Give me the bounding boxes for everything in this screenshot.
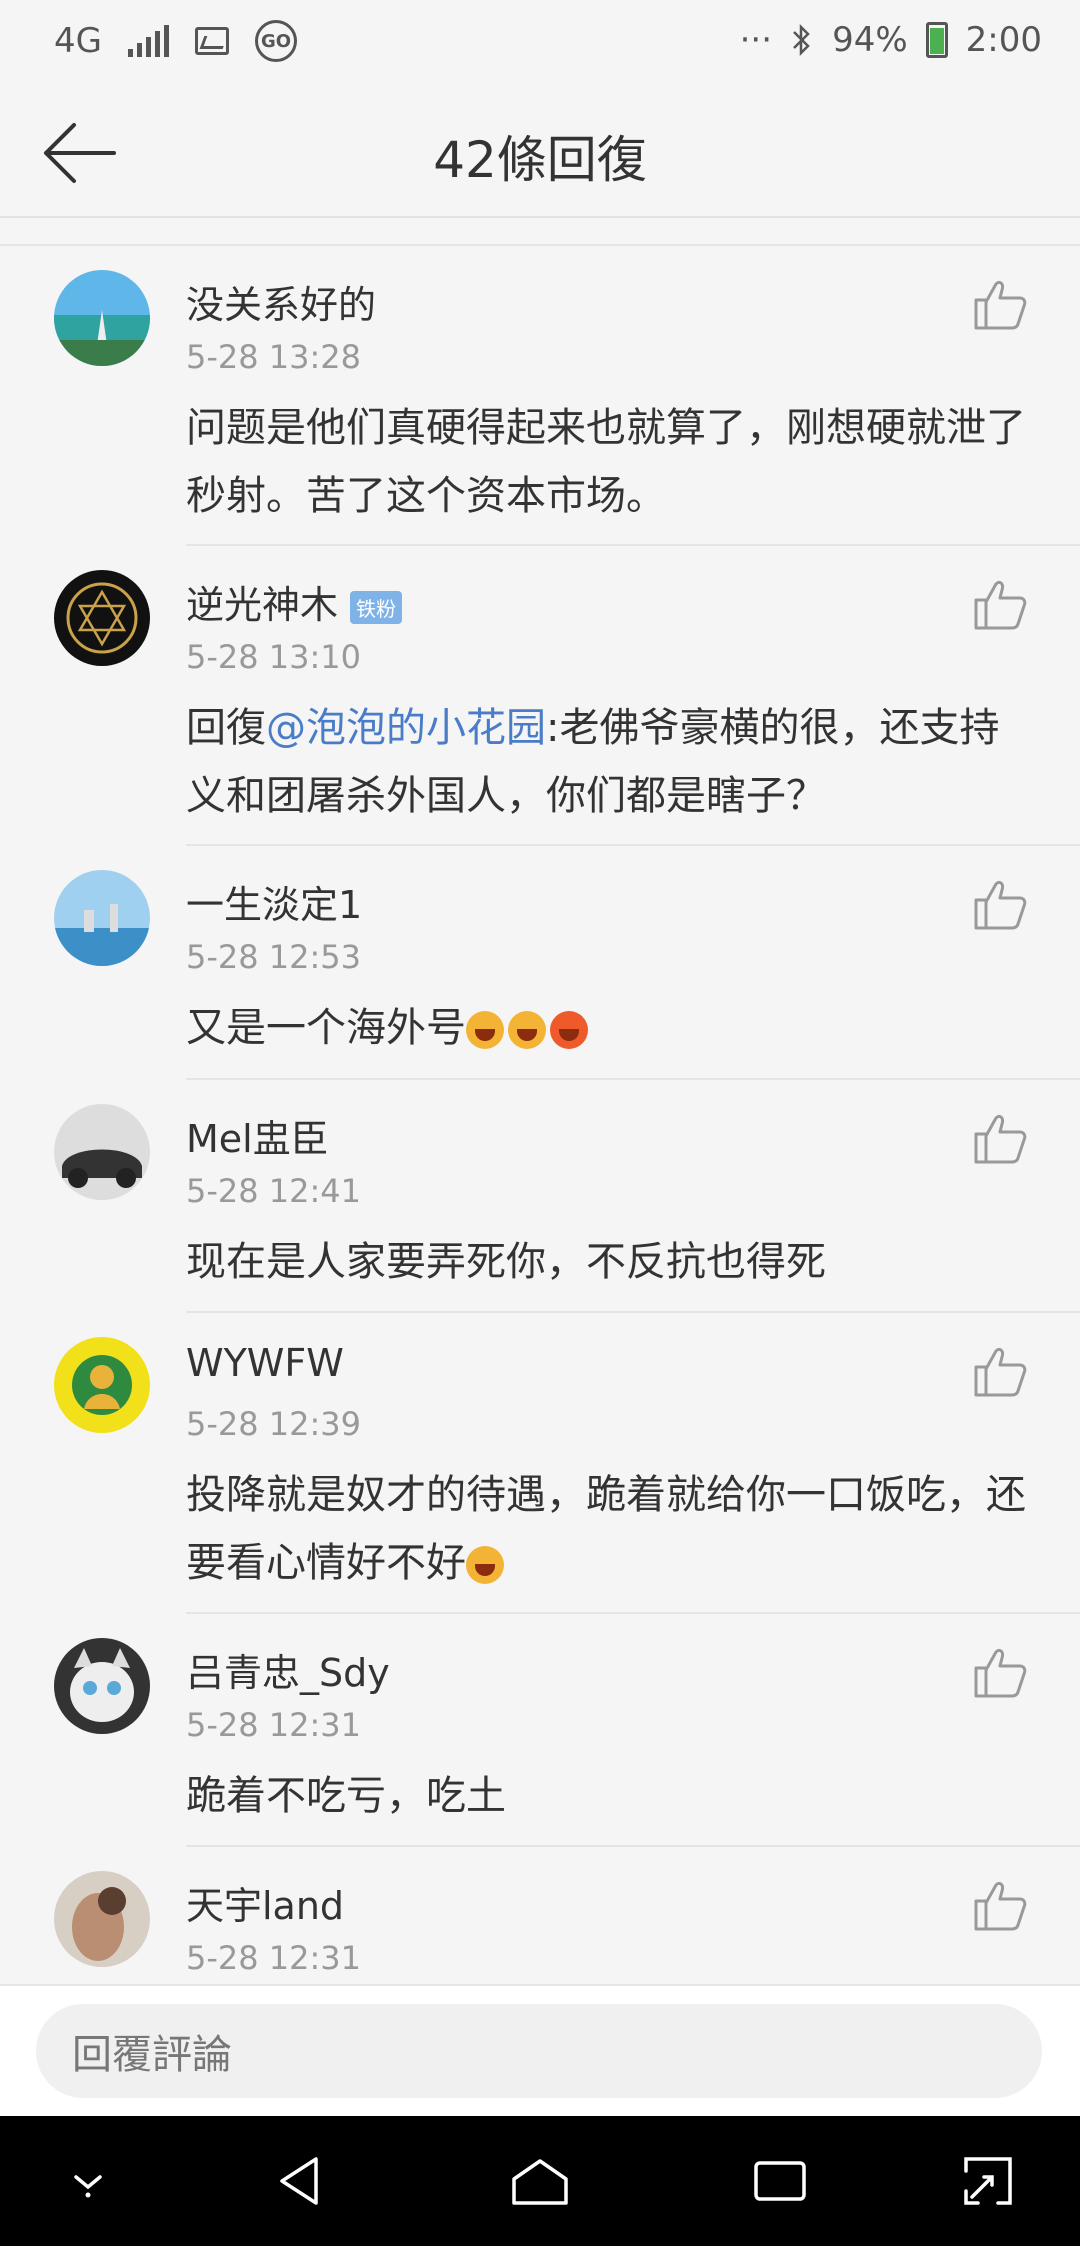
comment-time: 5-28 12:31 [186, 1939, 362, 1977]
comment-list[interactable]: 没关系好的 5-28 13:28 问题是他们真硬得起来也就算了，刚想硬就泄了秒射… [0, 244, 1080, 1986]
comment-text: 又是一个海外号 [186, 994, 1036, 1062]
like-button[interactable] [970, 574, 1030, 634]
comment-time: 5-28 13:10 [186, 638, 362, 676]
like-button[interactable] [970, 1341, 1030, 1401]
reply-bar: 回覆評論 [0, 1984, 1080, 2118]
thumbs-up-icon [974, 1114, 1027, 1164]
comment-text: 投降就是奴才的待遇，跪着就给你一口饭吃，还要看心情好不好 [186, 1461, 1036, 1597]
user-name: 逆光神木 铁粉 [186, 574, 403, 629]
comment-body: 又是一个海外号 [186, 1005, 466, 1051]
avatar[interactable] [54, 1871, 150, 1967]
avatar[interactable] [54, 270, 150, 366]
mention-link[interactable]: @泡泡的小花园 [266, 705, 546, 751]
comment-text: 问题是他们真硬得起来也就算了，刚想硬就泄了秒射。苦了这个资本市场。 [186, 405, 1026, 519]
like-button[interactable] [970, 1875, 1030, 1935]
thumbs-up-icon [974, 1347, 1027, 1397]
like-button[interactable] [970, 874, 1030, 934]
comment-text: 回復@泡泡的小花园:老佛爷豪横的很，还支持义和团屠杀外国人，你们都是瞎子？ [186, 694, 1036, 830]
nav-home-button[interactable] [510, 2151, 570, 2211]
avatar[interactable] [54, 1337, 150, 1433]
user-name[interactable]: WYWFW [186, 1341, 344, 1385]
comment-time: 5-28 13:28 [186, 338, 362, 376]
nav-recents-button[interactable] [750, 2151, 810, 2211]
comment-time: 5-28 12:31 [186, 1706, 362, 1744]
avatar[interactable] [54, 570, 150, 666]
like-button[interactable] [970, 1642, 1030, 1702]
signal-icon [127, 25, 169, 57]
user-name[interactable]: 没关系好的 [186, 274, 376, 329]
back-triangle-icon [280, 2157, 318, 2205]
home-icon [512, 2159, 568, 2205]
comment-text: 跪着不吃亏，吃土 [186, 1773, 506, 1819]
like-button[interactable] [970, 1108, 1030, 1168]
comment-time: 5-28 12:41 [186, 1172, 362, 1210]
avatar[interactable] [54, 870, 150, 966]
chevron-down-icon [74, 2175, 102, 2198]
comment-item: Mel盅臣 5-28 12:41 现在是人家要弄死你，不反抗也得死 [0, 1080, 1080, 1313]
image-notification-icon [194, 27, 229, 55]
comment-item: WYWFW 5-28 12:39 投降就是奴才的待遇，跪着就给你一口饭吃，还要看… [0, 1313, 1080, 1614]
battery-icon [925, 22, 948, 58]
expand-icon [964, 2157, 1012, 2205]
reply-prefix: 回復 [186, 705, 266, 751]
comment-body: 投降就是奴才的待遇，跪着就给你一口饭吃，还要看心情好不好 [186, 1472, 1026, 1586]
avatar[interactable] [54, 1638, 150, 1734]
status-bar: 4G GO ··· 94% 2:00 [0, 0, 1080, 90]
thumbs-up-icon [974, 580, 1027, 630]
thumbs-up-icon [974, 280, 1027, 330]
system-nav-bar [0, 2116, 1080, 2246]
user-name[interactable]: 吕青忠_Sdy [186, 1642, 390, 1697]
reply-input[interactable]: 回覆評論 [36, 2004, 1042, 2098]
page-title: 42條回復 [433, 131, 647, 189]
go-icon: GO [254, 20, 297, 62]
comment-time: 5-28 12:39 [186, 1405, 362, 1443]
avatar[interactable] [54, 1104, 150, 1200]
hide-keyboard-button[interactable] [58, 2151, 118, 2211]
comment-text: 现在是人家要弄死你，不反抗也得死 [186, 1239, 826, 1285]
laugh-emoji-icon [466, 1011, 504, 1049]
clock: 2:00 [965, 20, 1042, 60]
thumbs-up-icon [974, 880, 1027, 930]
comment-item: 一生淡定1 5-28 12:53 又是一个海外号 [0, 846, 1080, 1080]
user-name-text[interactable]: 逆光神木 [186, 583, 338, 627]
battery-percent: 94% [832, 20, 908, 60]
header: 42條回復 [0, 90, 1080, 218]
more-dots: ··· [739, 20, 773, 60]
user-name[interactable]: Mel盅臣 [186, 1108, 329, 1163]
comment-item: 逆光神木 铁粉 5-28 13:10 回復@泡泡的小花园:老佛爷豪横的很，还支持义… [0, 546, 1080, 846]
like-button[interactable] [970, 274, 1030, 334]
angry-emoji-icon [550, 1011, 588, 1049]
thumbs-up-icon [974, 1881, 1027, 1931]
nav-back-button[interactable] [270, 2151, 330, 2211]
bluetooth-icon [793, 23, 810, 57]
comment-item: 天宇land 5-28 12:31 [0, 1847, 1080, 1986]
comment-item: 吕青忠_Sdy 5-28 12:31 跪着不吃亏，吃土 [0, 1614, 1080, 1847]
laugh-emoji-icon [466, 1546, 504, 1584]
fan-badge: 铁粉 [350, 591, 403, 624]
user-name[interactable]: 一生淡定1 [186, 874, 362, 929]
nav-expand-button[interactable] [958, 2151, 1018, 2211]
laugh-emoji-icon [508, 1011, 546, 1049]
comment-item: 没关系好的 5-28 13:28 问题是他们真硬得起来也就算了，刚想硬就泄了秒射… [0, 246, 1080, 546]
user-name[interactable]: 天宇land [186, 1875, 344, 1930]
comment-time: 5-28 12:53 [186, 938, 362, 976]
recents-icon [754, 2161, 806, 2201]
network-4g-icon: 4G [54, 21, 102, 61]
thumbs-up-icon [974, 1648, 1027, 1698]
